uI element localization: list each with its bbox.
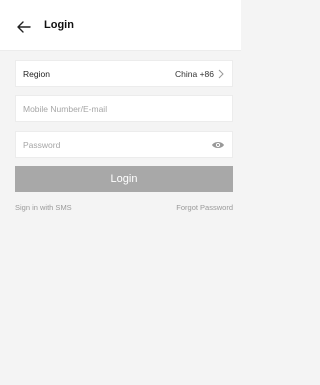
back-arrow-icon <box>17 21 31 33</box>
sign-in-with-sms-link[interactable]: Sign in with SMS <box>15 203 72 212</box>
mobile-email-field[interactable]: Mobile Number/E-mail <box>15 95 233 122</box>
page-title: Login <box>44 19 74 31</box>
back-button[interactable] <box>13 17 35 37</box>
header-bar: Login <box>0 0 241 51</box>
region-selector[interactable]: Region China +86 <box>15 60 233 87</box>
region-label: Region <box>23 69 50 79</box>
region-value: China +86 <box>175 69 214 79</box>
password-field[interactable]: Password <box>15 131 233 158</box>
login-button[interactable]: Login <box>15 166 233 192</box>
mobile-email-placeholder: Mobile Number/E-mail <box>23 104 108 114</box>
eye-icon[interactable] <box>211 140 225 150</box>
forgot-password-link[interactable]: Forgot Password <box>176 203 233 212</box>
chevron-right-icon <box>218 69 224 79</box>
password-placeholder: Password <box>23 140 61 150</box>
